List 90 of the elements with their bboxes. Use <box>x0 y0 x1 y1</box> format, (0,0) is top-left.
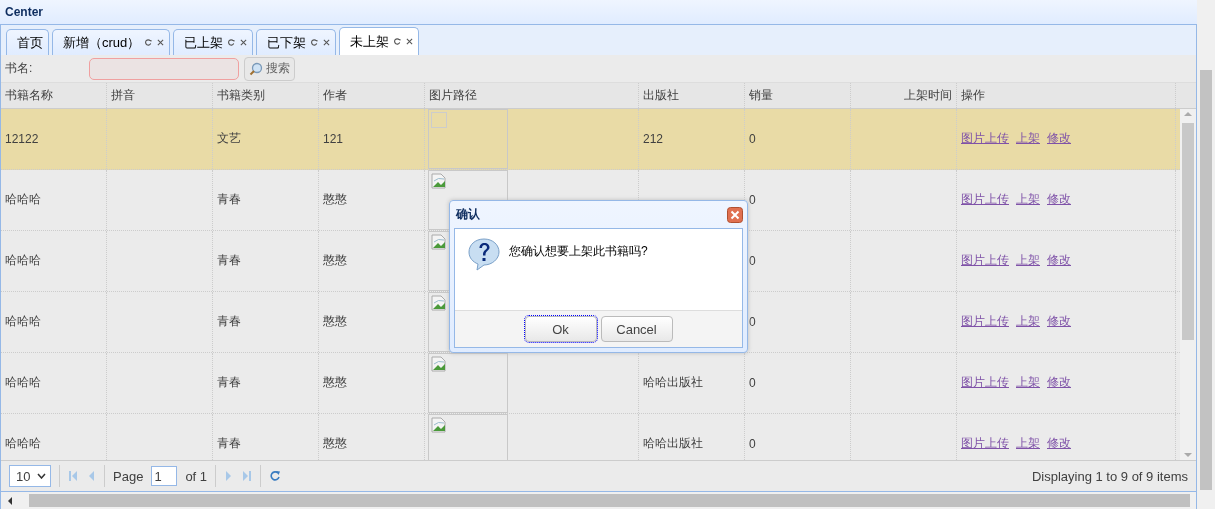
refresh-icon[interactable] <box>145 39 153 46</box>
page-input[interactable]: 1 <box>151 466 178 487</box>
action-link[interactable]: 图片上传 <box>961 313 1009 331</box>
column-header[interactable]: 拼音 <box>111 87 135 105</box>
column-header[interactable]: 销量 <box>749 87 773 105</box>
table-cell: 0 <box>749 314 756 329</box>
table-cell: 憨憨 <box>323 252 347 270</box>
dialog-button[interactable]: Ok <box>524 316 597 342</box>
table-cell: 青春 <box>217 191 241 209</box>
dialog-button[interactable]: Cancel <box>600 316 673 342</box>
close-button[interactable] <box>727 206 743 223</box>
table-cell: 憨憨 <box>323 191 347 209</box>
table-cell: 文艺 <box>217 130 241 148</box>
table-cell: 0 <box>749 375 756 390</box>
action-link[interactable]: 图片上传 <box>961 435 1009 453</box>
action-link[interactable]: 修改 <box>1047 252 1071 270</box>
search-field[interactable] <box>89 57 239 80</box>
table-cell: 212 <box>643 131 664 146</box>
refresh-icon[interactable] <box>269 470 282 483</box>
tab[interactable]: 未上架 <box>339 27 420 55</box>
refresh-icon[interactable] <box>228 39 236 46</box>
tab[interactable]: 已上架 <box>173 29 254 55</box>
action-link[interactable]: 上架 <box>1016 374 1040 392</box>
refresh-icon[interactable] <box>311 39 319 46</box>
table-cell: 121 <box>323 131 344 146</box>
table-cell: 0 <box>749 253 756 268</box>
table-cell: 哈哈出版社 <box>643 374 703 392</box>
table-cell: 憨憨 <box>323 435 347 453</box>
search-button[interactable]: 搜索 <box>244 56 295 81</box>
table-cell: 哈哈出版社 <box>643 435 703 453</box>
close-icon[interactable] <box>323 39 331 46</box>
search-label: 书名: <box>5 60 34 78</box>
column-header[interactable]: 操作 <box>961 87 985 105</box>
action-link[interactable]: 修改 <box>1047 191 1071 209</box>
table-cell: 青春 <box>217 252 241 270</box>
table-cell: 0 <box>749 192 756 207</box>
tab[interactable]: 首页 <box>6 29 49 55</box>
tab[interactable]: 新增（crud） <box>52 29 171 55</box>
action-link[interactable]: 上架 <box>1016 252 1040 270</box>
refresh-icon[interactable] <box>394 38 402 45</box>
close-icon[interactable] <box>157 39 165 46</box>
search-icon <box>249 61 263 76</box>
table-cell: 青春 <box>217 313 241 331</box>
table-cell: 哈哈哈 <box>5 191 41 209</box>
table-cell: 青春 <box>217 435 241 453</box>
column-header[interactable]: 作者 <box>323 87 347 105</box>
table-cell: 0 <box>749 131 756 146</box>
panel-title: Center <box>0 0 1197 25</box>
tab[interactable]: 已下架 <box>256 29 337 55</box>
column-header[interactable]: 书籍类别 <box>217 87 265 105</box>
dialog-message: 您确认想要上架此书籍吗? <box>509 243 648 260</box>
table-cell: 哈哈哈 <box>5 313 41 331</box>
column-header[interactable]: 书籍名称 <box>5 87 53 105</box>
action-link[interactable]: 修改 <box>1047 435 1071 453</box>
page-label: Page <box>113 468 144 484</box>
action-link[interactable]: 图片上传 <box>961 130 1009 148</box>
close-icon[interactable] <box>240 39 248 46</box>
table-cell: 0 <box>749 436 756 451</box>
table-cell: 哈哈哈 <box>5 374 41 392</box>
column-header[interactable]: 出版社 <box>643 87 679 105</box>
action-link[interactable]: 修改 <box>1047 313 1071 331</box>
action-link[interactable]: 上架 <box>1016 130 1040 148</box>
table-cell: 哈哈哈 <box>5 252 41 270</box>
column-header[interactable]: 上架时间 <box>904 87 952 105</box>
action-link[interactable]: 上架 <box>1016 435 1040 453</box>
action-link[interactable]: 上架 <box>1016 313 1040 331</box>
page-count: of 1 <box>185 468 208 484</box>
table-cell: 憨憨 <box>323 374 347 392</box>
scrollbar[interactable] <box>1 492 1196 509</box>
action-link[interactable]: 修改 <box>1047 130 1071 148</box>
scroll-left-icon[interactable] <box>7 496 13 505</box>
close-icon[interactable] <box>406 38 414 45</box>
action-link[interactable]: 图片上传 <box>961 374 1009 392</box>
dialog-title: 确认 <box>456 206 480 223</box>
question-icon <box>467 237 501 271</box>
action-link[interactable]: 图片上传 <box>961 252 1009 270</box>
page-size-select[interactable]: 10 <box>9 465 51 488</box>
pager-info: Displaying 1 to 9 of 9 items <box>1031 468 1188 484</box>
action-link[interactable]: 上架 <box>1016 191 1040 209</box>
action-link[interactable]: 图片上传 <box>961 191 1009 209</box>
column-header[interactable]: 图片路径 <box>429 87 477 105</box>
table-cell: 哈哈哈 <box>5 435 41 453</box>
scrollbar[interactable] <box>1197 0 1215 509</box>
action-link[interactable]: 修改 <box>1047 374 1071 392</box>
scrollbar[interactable] <box>1180 108 1196 460</box>
table-cell: 青春 <box>217 374 241 392</box>
table-cell: 12122 <box>5 131 39 146</box>
table-cell: 憨憨 <box>323 313 347 331</box>
chevron-down-icon <box>37 473 46 480</box>
table-row[interactable]: 12122 文艺 121 212 0 图片上传 上架 修改 <box>1 108 1180 170</box>
